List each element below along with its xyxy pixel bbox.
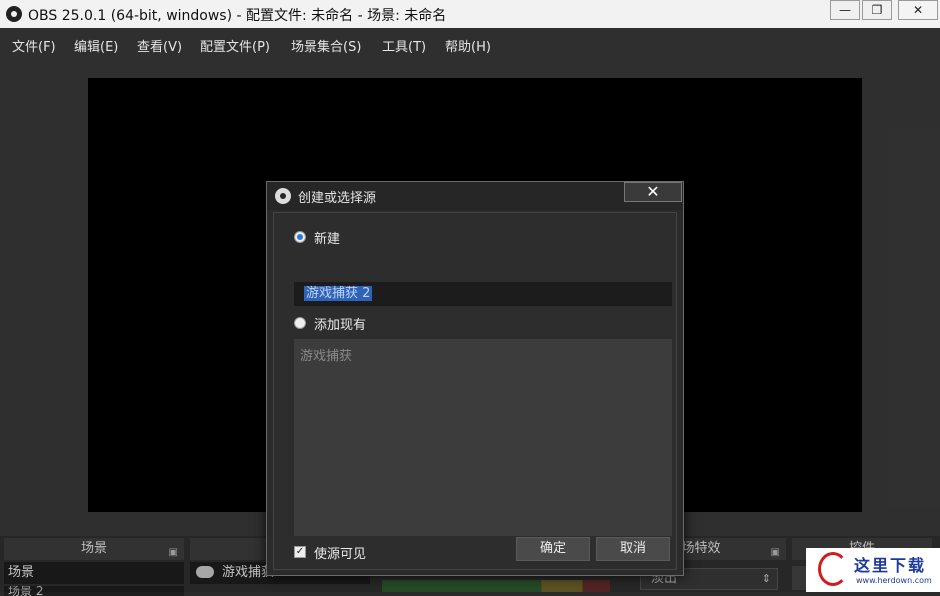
watermark-url: www.herdown.com	[856, 576, 932, 585]
add-existing-label[interactable]: 添加现有	[314, 314, 366, 333]
source-name-input[interactable]: 游戏捕获 2	[294, 282, 672, 306]
maximize-button[interactable]: ❐	[862, 0, 892, 20]
ok-button[interactable]: 确定	[516, 537, 590, 561]
watermark-text: 这里下载	[854, 556, 927, 575]
new-source-label[interactable]: 新建	[314, 228, 340, 247]
window-title-bar: OBS 25.0.1 (64-bit, windows) - 配置文件: 未命名…	[0, 0, 940, 28]
window-title: OBS 25.0.1 (64-bit, windows) - 配置文件: 未命名…	[28, 8, 447, 24]
source-name-value: 游戏捕获 2	[304, 286, 373, 301]
existing-source-item[interactable]: 游戏捕获	[300, 345, 352, 364]
dialog-body: 新建 游戏捕获 2 添加现有 游戏捕获 ✓ 使源可见 确定 取消	[273, 212, 677, 570]
make-visible-checkbox[interactable]: ✓	[294, 546, 306, 558]
menu-profile[interactable]: 配置文件(P)	[200, 36, 270, 55]
obs-logo-icon	[6, 6, 22, 22]
dialog-close-button[interactable]: ✕	[624, 182, 682, 202]
watermark-logo-icon	[818, 552, 848, 586]
existing-sources-list[interactable]: 游戏捕获	[294, 339, 672, 536]
cancel-button[interactable]: 取消	[596, 537, 670, 561]
dialog-title-bar: 创建或选择源 ✕	[267, 182, 683, 210]
menu-bar: 文件(F) 编辑(E) 查看(V) 配置文件(P) 场景集合(S) 工具(T) …	[0, 28, 940, 60]
menu-edit[interactable]: 编辑(E)	[74, 36, 118, 55]
menu-scene-collection[interactable]: 场景集合(S)	[291, 36, 361, 55]
close-window-button[interactable]: ✕	[898, 0, 938, 20]
create-select-source-dialog: 创建或选择源 ✕ 新建 游戏捕获 2 添加现有 游戏捕获 ✓ 使源可见 确定 取…	[266, 181, 684, 576]
menu-help[interactable]: 帮助(H)	[445, 36, 491, 55]
add-existing-radio[interactable]	[294, 317, 306, 329]
site-watermark: 这里下载 www.herdown.com	[806, 548, 940, 592]
obs-logo-icon	[275, 188, 291, 204]
menu-view[interactable]: 查看(V)	[137, 36, 182, 55]
dialog-title: 创建或选择源	[298, 191, 377, 206]
minimize-button[interactable]: —	[830, 0, 860, 20]
make-visible-label[interactable]: 使源可见	[314, 543, 366, 562]
menu-file[interactable]: 文件(F)	[12, 36, 56, 55]
new-source-radio[interactable]	[294, 231, 306, 243]
menu-tools[interactable]: 工具(T)	[382, 36, 426, 55]
